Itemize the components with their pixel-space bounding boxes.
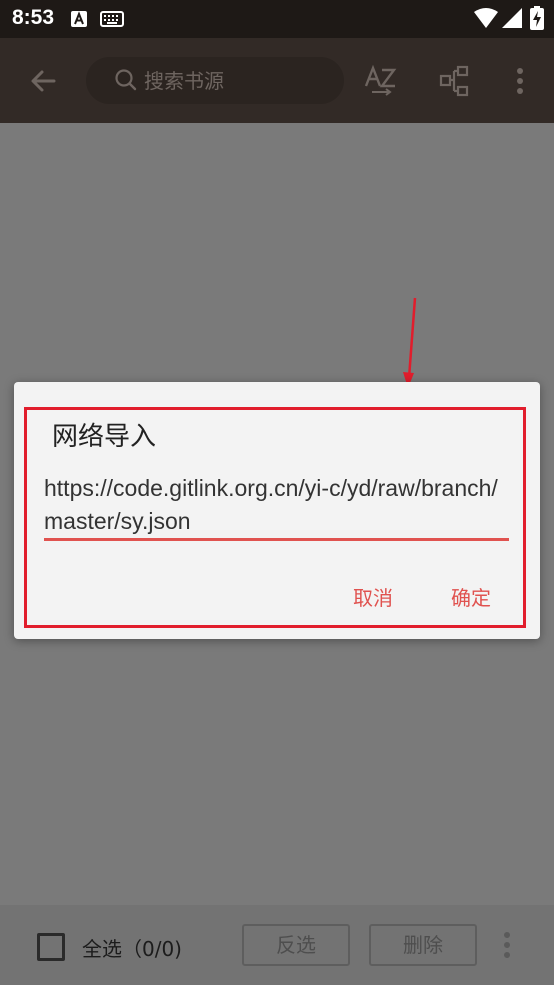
app-notification-icon <box>70 10 88 32</box>
annotation-arrow <box>403 297 417 388</box>
more-vert-icon <box>504 932 510 958</box>
sort-button[interactable] <box>360 60 402 102</box>
invert-selection-button[interactable]: 反选 <box>242 924 350 966</box>
input-underline <box>44 538 509 541</box>
wifi-icon <box>474 8 498 32</box>
more-options-button[interactable] <box>499 60 541 102</box>
network-import-dialog: 网络导入 https://code.gitlink.org.cn/yi-c/yd… <box>14 382 540 639</box>
search-input[interactable] <box>142 65 336 97</box>
signal-icon <box>502 8 522 32</box>
url-input[interactable]: https://code.gitlink.org.cn/yi-c/yd/raw/… <box>44 472 510 538</box>
more-vert-icon <box>517 68 523 94</box>
search-box[interactable] <box>86 57 344 104</box>
group-icon <box>439 65 469 97</box>
delete-button[interactable]: 删除 <box>369 924 477 966</box>
cancel-button[interactable]: 取消 <box>353 582 393 611</box>
select-all-checkbox[interactable] <box>37 933 65 961</box>
status-time: 8:53 <box>12 6 55 29</box>
battery-charging-icon <box>530 6 544 34</box>
back-arrow-icon <box>31 70 56 92</box>
bottom-action-bar: 全选（0/0) 反选 删除 <box>0 905 554 985</box>
group-button[interactable] <box>434 60 476 102</box>
top-toolbar <box>0 38 554 123</box>
ok-button[interactable]: 确定 <box>451 582 491 611</box>
status-bar: 8:53 <box>0 0 554 38</box>
sort-az-icon <box>364 64 397 96</box>
keyboard-icon <box>100 11 124 31</box>
back-button[interactable] <box>22 60 64 102</box>
bottom-more-button[interactable] <box>503 931 511 963</box>
select-all-label[interactable]: 全选（0/0) <box>82 933 182 962</box>
search-icon <box>114 68 138 96</box>
dialog-title: 网络导入 <box>52 422 157 452</box>
